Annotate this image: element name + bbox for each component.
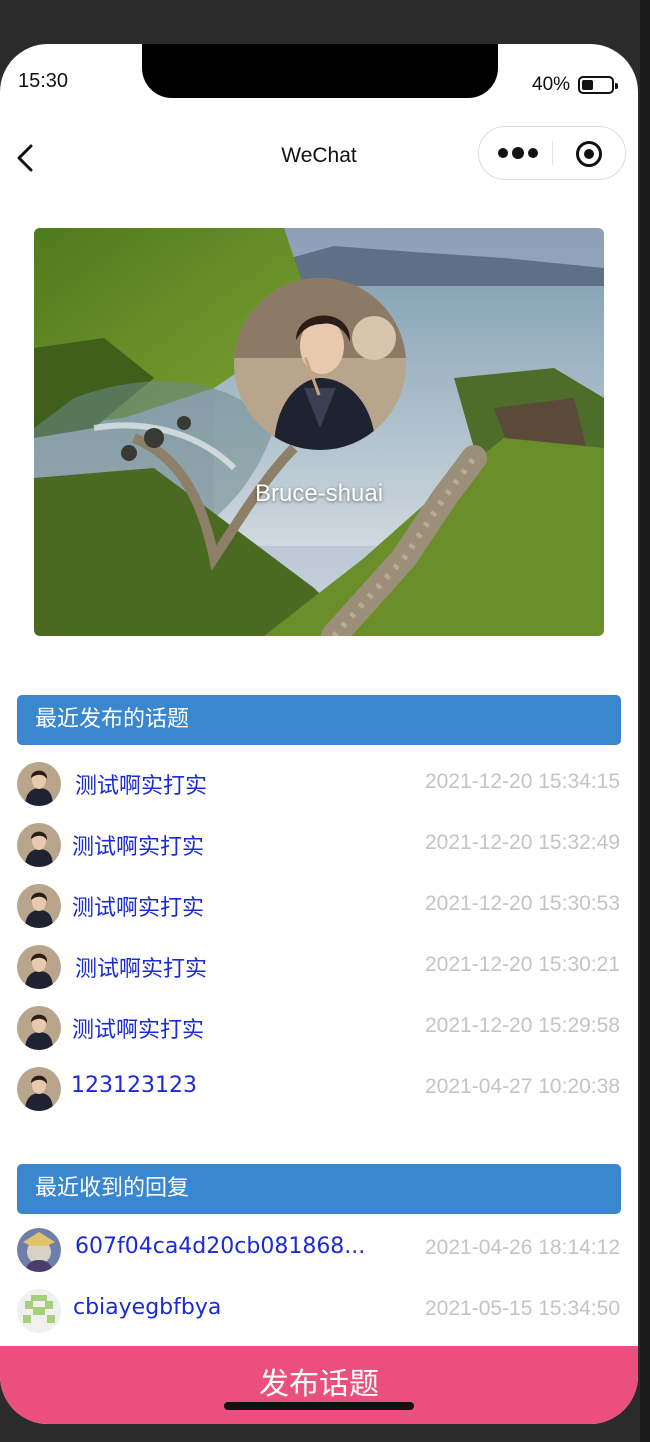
reply-time: 2021-05-15 15:34:50: [425, 1297, 620, 1320]
topic-time: 2021-12-20 15:34:15: [425, 770, 620, 793]
reply-title[interactable]: cbiayegbfbya: [73, 1295, 221, 1320]
phone-screen: 15:30 40% WeChat Bruce-shuai 最近发布的话题 测试啊…: [0, 44, 638, 1424]
avatar-portrait-image: [234, 278, 406, 450]
device-bezel: [640, 0, 650, 1442]
topic-item[interactable]: 测试啊实打实 2021-12-20 15:30:53: [0, 880, 638, 932]
more-dots-icon[interactable]: [497, 145, 539, 161]
topic-title[interactable]: 测试啊实打实: [75, 951, 207, 983]
battery-cap: [615, 83, 619, 89]
topic-title[interactable]: 123123123: [71, 1073, 197, 1098]
topic-title[interactable]: 测试啊实打实: [72, 829, 204, 861]
recent-replies-header: 最近收到的回复: [17, 1164, 621, 1214]
capsule-divider: [552, 141, 553, 165]
identicon-avatar: [17, 1289, 61, 1333]
status-time: 15:30: [18, 70, 69, 92]
battery-icon: [578, 76, 619, 94]
profile-banner: Bruce-shuai: [34, 228, 604, 636]
user-avatar: [17, 1228, 61, 1272]
topic-time: 2021-12-20 15:32:49: [425, 831, 620, 854]
mini-program-capsule: [478, 126, 626, 180]
topic-time: 2021-12-20 15:30:53: [425, 892, 620, 915]
topic-item[interactable]: 测试啊实打实 2021-12-20 15:34:15: [0, 758, 638, 810]
user-avatar: [17, 884, 61, 928]
user-avatar: [17, 823, 61, 867]
reply-item[interactable]: cbiayegbfbya 2021-05-15 15:34:50: [0, 1285, 638, 1337]
close-target-icon[interactable]: [575, 140, 603, 168]
topic-item[interactable]: 测试啊实打实 2021-12-20 15:32:49: [0, 819, 638, 871]
topic-item[interactable]: 123123123 2021-04-27 10:20:38: [0, 1063, 638, 1115]
battery-status: 40%: [532, 74, 619, 96]
topic-title[interactable]: 测试啊实打实: [72, 1012, 204, 1044]
topic-item[interactable]: 测试啊实打实 2021-12-20 15:29:58: [0, 1002, 638, 1054]
notch: [142, 44, 498, 98]
user-avatar: [17, 762, 61, 806]
reply-item[interactable]: 607f04ca4d20cb081868... 2021-04-26 18:14…: [0, 1224, 638, 1276]
profile-avatar[interactable]: [234, 278, 406, 450]
profile-name: Bruce-shuai: [254, 480, 384, 507]
topic-title[interactable]: 测试啊实打实: [72, 890, 204, 922]
recent-topics-header: 最近发布的话题: [17, 695, 621, 745]
battery-percent: 40%: [532, 74, 571, 95]
home-indicator: [224, 1402, 414, 1410]
topic-title[interactable]: 测试啊实打实: [75, 768, 207, 800]
battery-fill: [582, 80, 594, 90]
reply-time: 2021-04-26 18:14:12: [425, 1236, 620, 1259]
publish-topic-button[interactable]: 发布话题: [0, 1346, 638, 1424]
topic-time: 2021-12-20 15:30:21: [425, 953, 620, 976]
topic-time: 2021-12-20 15:29:58: [425, 1014, 620, 1037]
reply-title[interactable]: 607f04ca4d20cb081868...: [75, 1234, 365, 1259]
user-avatar: [17, 1006, 61, 1050]
user-avatar: [17, 1067, 61, 1111]
topic-time: 2021-04-27 10:20:38: [425, 1075, 620, 1098]
topic-item[interactable]: 测试啊实打实 2021-12-20 15:30:21: [0, 941, 638, 993]
user-avatar: [17, 945, 61, 989]
